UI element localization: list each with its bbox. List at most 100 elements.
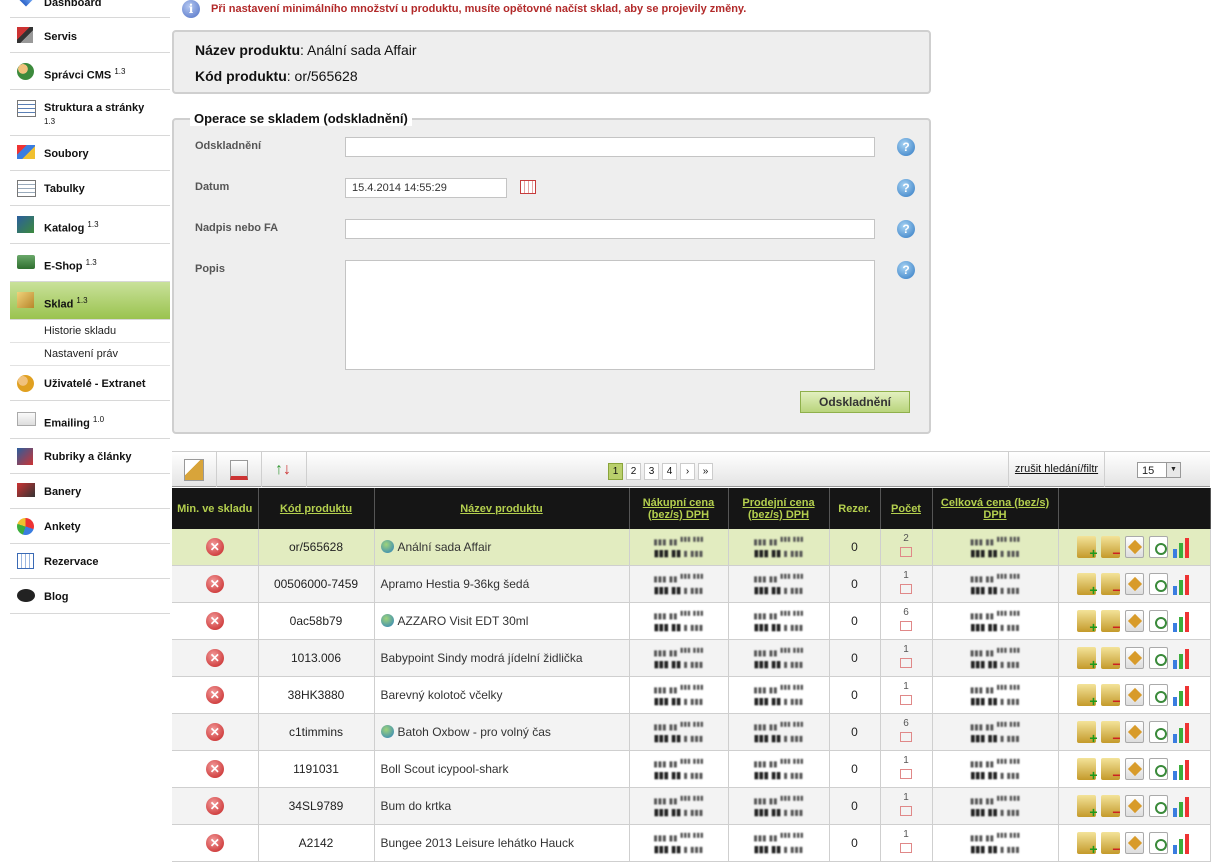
sidebar-item-eshop[interactable]: E-Shop 1.3 <box>10 244 170 282</box>
help-icon[interactable]: ? <box>897 261 915 279</box>
table-row[interactable]: ✕ c1timmins Batoh Oxbow - pro volný čas ▮▮▮… <box>172 713 1211 751</box>
search-icon[interactable] <box>1148 795 1168 817</box>
stock-in-icon[interactable] <box>1076 721 1098 746</box>
stock-out-icon[interactable] <box>1100 832 1121 857</box>
search-icon[interactable] <box>1148 610 1168 632</box>
sidebar-item-ankety[interactable]: Ankety <box>10 509 170 544</box>
stock-out-icon[interactable] <box>1100 684 1121 709</box>
close-icon[interactable]: ✕ <box>205 538 224 556</box>
search-icon[interactable] <box>1148 758 1168 780</box>
chart-icon[interactable] <box>1172 758 1192 780</box>
stock-out-icon[interactable] <box>1100 721 1121 746</box>
col-sell-header[interactable]: Prodejní cena (bez/s) DPH <box>728 488 830 529</box>
search-icon[interactable] <box>1148 647 1168 669</box>
col-code-header[interactable]: Kód produktu <box>258 488 375 529</box>
per-page-select[interactable]: 15 ▼ <box>1137 462 1181 478</box>
product-name[interactable]: Apramo Hestia 9-36kg šedá <box>381 577 530 591</box>
sidebar-item-tabulky[interactable]: Tabulky <box>10 171 170 206</box>
edit-icon[interactable] <box>1124 610 1144 632</box>
next-page-button[interactable]: › <box>680 463 695 480</box>
page-2-button[interactable]: 2 <box>626 463 641 480</box>
edit-icon[interactable] <box>1124 832 1144 854</box>
product-name[interactable]: Batoh Oxbow - pro volný čas <box>398 725 551 739</box>
sidebar-item-soubory[interactable]: Soubory <box>10 136 170 171</box>
odskladneni-button[interactable]: Odskladnění <box>800 391 910 413</box>
page-3-button[interactable]: 3 <box>644 463 659 480</box>
product-name[interactable]: Bungee 2013 Leisure lehátko Hauck <box>381 836 574 850</box>
close-icon[interactable]: ✕ <box>205 686 224 704</box>
chart-icon[interactable] <box>1172 610 1192 632</box>
col-buy-header[interactable]: Nákupní cena (bez/s) DPH <box>629 488 729 529</box>
sidebar-item-emailing[interactable]: Emailing 1.0 <box>10 401 170 439</box>
stock-in-icon[interactable] <box>1076 610 1098 635</box>
sidebar-item-struktura[interactable]: Struktura a stránky 1.3 <box>10 90 170 136</box>
search-icon[interactable] <box>1148 684 1168 706</box>
chart-icon[interactable] <box>1172 795 1192 817</box>
table-row[interactable]: ✕ A2142 Bungee 2013 Leisure lehátko Hauck ▮… <box>172 824 1211 862</box>
sidebar-item-banery[interactable]: Banery <box>10 474 170 509</box>
chart-icon[interactable] <box>1172 573 1192 595</box>
export-tool-button[interactable] <box>217 452 262 487</box>
last-page-button[interactable]: » <box>698 463 713 480</box>
close-icon[interactable]: ✕ <box>205 649 224 667</box>
col-count-header[interactable]: Počet <box>880 488 933 529</box>
edit-icon[interactable] <box>1124 758 1144 780</box>
odskladneni-input[interactable] <box>345 137 875 157</box>
product-name[interactable]: Bum do krtka <box>381 799 452 813</box>
clear-filter-link[interactable]: zrušit hledání/filtr <box>1008 452 1105 487</box>
table-row[interactable]: ✕ or/565628 Anální sada Affair ▮▮▮ ▮▮ ▮▮▮ ▮… <box>172 529 1211 566</box>
search-icon[interactable] <box>1148 721 1168 743</box>
table-row[interactable]: ✕ 1013.006 Babypoint Sindy modrá jídelní ž… <box>172 639 1211 677</box>
close-icon[interactable]: ✕ <box>205 834 224 852</box>
datum-input[interactable] <box>345 178 507 198</box>
stock-in-icon[interactable] <box>1076 758 1098 783</box>
close-icon[interactable]: ✕ <box>205 760 224 778</box>
stock-out-icon[interactable] <box>1100 758 1121 783</box>
edit-icon[interactable] <box>1124 536 1144 558</box>
search-icon[interactable] <box>1148 832 1168 854</box>
sidebar-item-blog[interactable]: Blog <box>10 579 170 614</box>
sidebar-item-rezervace[interactable]: Rezervace <box>10 544 170 579</box>
edit-icon[interactable] <box>1124 647 1144 669</box>
sidebar-item-spravci-cms[interactable]: Správci CMS 1.3 <box>10 53 170 90</box>
close-icon[interactable]: ✕ <box>205 723 224 741</box>
sort-tool-button[interactable]: ↑↓ <box>262 452 307 487</box>
stock-in-icon[interactable] <box>1076 832 1098 857</box>
search-icon[interactable] <box>1148 536 1168 558</box>
search-icon[interactable] <box>1148 573 1168 595</box>
product-name[interactable]: Barevný kolotoč včelky <box>381 688 503 702</box>
product-name[interactable]: Babypoint Sindy modrá jídelní židlička <box>381 651 583 665</box>
stock-in-icon[interactable] <box>1076 684 1098 709</box>
table-row[interactable]: ✕ 38HK3880 Barevný kolotoč včelky ▮▮▮ ▮▮ ▮▮… <box>172 676 1211 714</box>
page-4-button[interactable]: 4 <box>662 463 677 480</box>
stock-out-icon[interactable] <box>1100 795 1121 820</box>
table-row[interactable]: ✕ 34SL9789 Bum do krtka ▮▮▮ ▮▮ ▮▮▮ ▮▮▮ ▮▮▮ ▮… <box>172 787 1211 825</box>
edit-icon[interactable] <box>1124 721 1144 743</box>
edit-icon[interactable] <box>1124 573 1144 595</box>
close-icon[interactable]: ✕ <box>205 612 224 630</box>
help-icon[interactable]: ? <box>897 220 915 238</box>
chart-icon[interactable] <box>1172 647 1192 669</box>
help-icon[interactable]: ? <box>897 179 915 197</box>
table-row[interactable]: ✕ 0ac58b79 AZZARO Visit EDT 30ml ▮▮▮ ▮▮ ▮▮▮… <box>172 602 1211 640</box>
sidebar-item-servis[interactable]: Servis <box>10 18 170 53</box>
product-name[interactable]: Boll Scout icypool-shark <box>381 762 509 776</box>
stock-in-icon[interactable] <box>1076 647 1098 672</box>
popis-textarea[interactable] <box>345 260 875 370</box>
sidebar-subitem-prava[interactable]: Nastavení práv <box>10 343 170 366</box>
sidebar-item-rubriky[interactable]: Rubriky a články <box>10 439 170 474</box>
edit-icon[interactable] <box>1124 795 1144 817</box>
sidebar-item-uzivatele[interactable]: Uživatelé - Extranet <box>10 366 170 401</box>
table-row[interactable]: ✕ 00506000-7459 Apramo Hestia 9-36kg šedá ▮… <box>172 565 1211 603</box>
chart-icon[interactable] <box>1172 536 1192 558</box>
stock-out-icon[interactable] <box>1100 536 1121 561</box>
stock-out-icon[interactable] <box>1100 573 1121 598</box>
stock-out-icon[interactable] <box>1100 610 1121 635</box>
nadpis-input[interactable] <box>345 219 875 239</box>
edit-tool-button[interactable] <box>172 452 217 487</box>
stock-out-icon[interactable] <box>1100 647 1121 672</box>
close-icon[interactable]: ✕ <box>205 575 224 593</box>
sidebar-item-katalog[interactable]: Katalog 1.3 <box>10 206 170 244</box>
close-icon[interactable]: ✕ <box>205 797 224 815</box>
sidebar-subitem-historie[interactable]: Historie skladu <box>10 320 170 343</box>
